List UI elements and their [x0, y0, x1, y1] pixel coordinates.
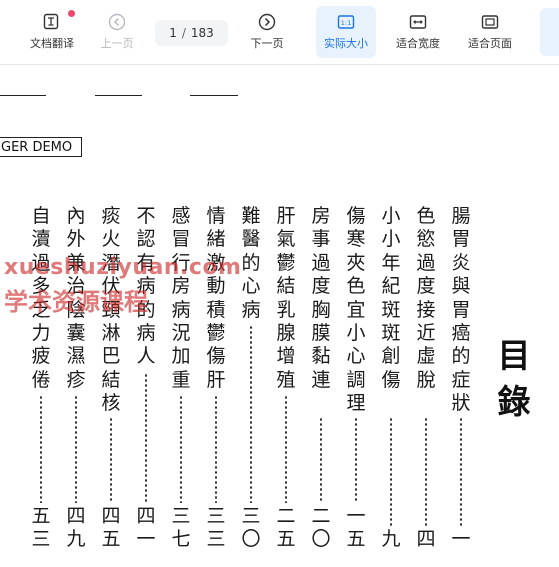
- toc-leader: [250, 325, 252, 503]
- toc-entry-text: 不認有病的病人: [136, 205, 156, 368]
- actual-size-icon: 1:1: [336, 12, 356, 32]
- toc-entry-text: 小小年紀 斑斑創傷: [381, 205, 401, 391]
- fit-page-icon: [480, 12, 500, 32]
- page-total: 183: [190, 26, 214, 40]
- toc-leader: [460, 417, 462, 527]
- toc-entry-page: 一: [451, 528, 471, 550]
- toc-entry-page: 二〇: [311, 505, 331, 550]
- toc-leader: [390, 417, 392, 527]
- prev-page-button[interactable]: 上一页: [95, 6, 139, 58]
- toc-entry-text: 房事過度 胸膜黏連: [311, 205, 331, 391]
- toc-entry-page: 一五: [346, 505, 366, 550]
- page-separator: /: [181, 26, 186, 40]
- chevron-left-icon: [107, 12, 127, 32]
- demo-banner: GER DEMO: [0, 137, 82, 157]
- toc-leader: [285, 395, 287, 503]
- toc-entry-text: 腸胃炎與胃癌的症狀: [451, 205, 471, 415]
- toc-entry-text: 內外兼治陰囊濕疹: [66, 205, 86, 391]
- toc-leader: [425, 417, 427, 527]
- toc-title: 目錄: [497, 336, 531, 421]
- toc-leader: [215, 395, 217, 503]
- actual-size-button[interactable]: 1:1 实际大小: [316, 6, 376, 58]
- toc-entry-page: 五三: [31, 505, 51, 550]
- next-page-label: 下一页: [250, 37, 284, 50]
- toc-entry-text: 感冒行房病況加重: [171, 205, 191, 391]
- actual-size-label: 实际大小: [324, 37, 368, 50]
- toc-leader: [75, 395, 77, 503]
- page-current[interactable]: 1: [169, 26, 177, 40]
- toc-entry-text: 難醫的心病: [241, 205, 261, 321]
- toc-entry-page: 三〇: [241, 505, 261, 550]
- toc-leader: [110, 417, 112, 503]
- toc-entry-page: 四: [416, 528, 436, 550]
- prev-page-label: 上一页: [100, 37, 134, 50]
- toc-entry-page: 四九: [66, 505, 86, 550]
- toc-leader: [180, 395, 182, 503]
- toc-entry-page: 四五: [101, 505, 121, 550]
- toc-entry-text: 自瀆過多乏力疲倦: [31, 205, 51, 391]
- fit-width-label: 适合宽度: [396, 37, 440, 50]
- toc-entry-text: 色慾過度 接近虛脫: [416, 205, 436, 391]
- translate-label: 文档翻译: [30, 37, 74, 50]
- toc-entry-page: 三七: [171, 505, 191, 550]
- notification-dot: [68, 10, 75, 17]
- toolbar: 文档翻译 上一页 1 / 183 下一页 1:1 实际大小 适合宽度 适合页面: [0, 0, 559, 65]
- translate-icon: [42, 12, 62, 32]
- toc-leader: [355, 417, 357, 503]
- svg-text:1:1: 1:1: [341, 19, 351, 27]
- header-rule: [190, 95, 238, 96]
- document-page: GER DEMO 目錄 腸胃炎與胃癌的症狀 一 色慾過度 接近虛脫 四 小小年紀…: [0, 65, 559, 567]
- toc-entry-text: 情緒激動積鬱傷肝: [206, 205, 226, 391]
- header-rule: [95, 95, 142, 96]
- chevron-right-icon: [257, 12, 277, 32]
- more-tools-button[interactable]: [540, 8, 559, 56]
- toc-entry-text: 痰火潛伏頸淋巴結核: [101, 205, 121, 415]
- next-page-button[interactable]: 下一页: [245, 6, 289, 58]
- fit-width-button[interactable]: 适合宽度: [390, 6, 446, 58]
- toc-entry-text: 傷寒夾色宜小心調理: [346, 205, 366, 415]
- fit-width-icon: [408, 12, 428, 32]
- toc-leader: [145, 373, 147, 503]
- toc-entry-text: 肝氣鬱結乳腺增殖: [276, 205, 296, 391]
- page-indicator[interactable]: 1 / 183: [155, 20, 228, 46]
- toc-entry-page: 九: [381, 528, 401, 550]
- toc-leader: [40, 395, 42, 503]
- header-rule: [0, 95, 46, 96]
- toc-entry-page: 三三: [206, 505, 226, 550]
- toc-entry-page: 四一: [136, 505, 156, 550]
- toc-leader: [320, 417, 322, 503]
- toc-entry-page: 二五: [276, 505, 296, 550]
- fit-page-label: 适合页面: [468, 37, 512, 50]
- fit-page-button[interactable]: 适合页面: [462, 6, 518, 58]
